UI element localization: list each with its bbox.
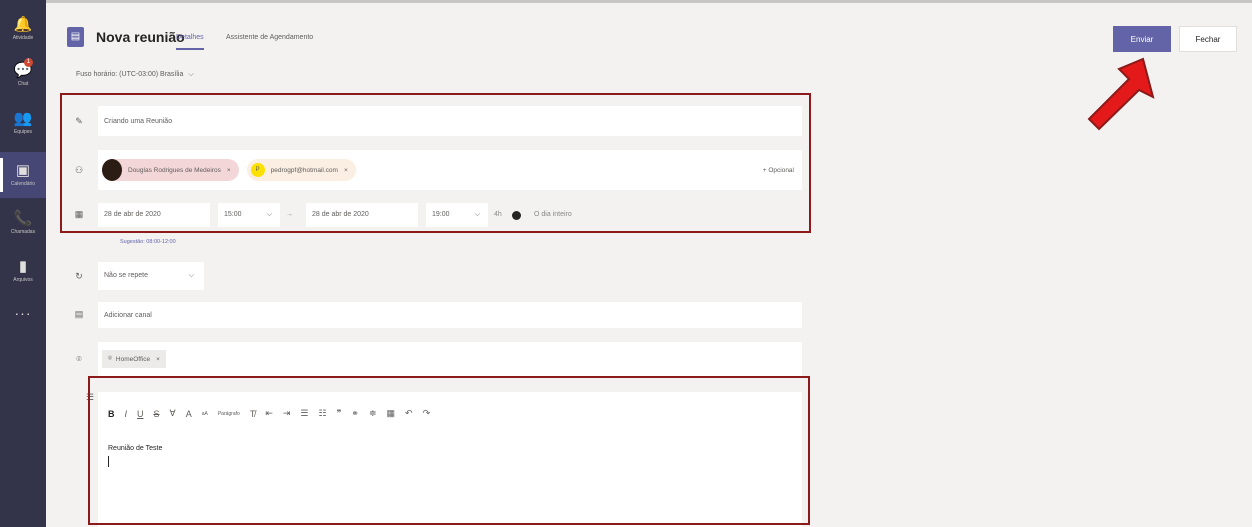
rail-item-teams[interactable]: 👥 Equipes xyxy=(0,100,46,146)
page-title: Nova reunião xyxy=(96,29,185,45)
rail-label: Chat xyxy=(17,81,29,87)
rail-label: Chamadas xyxy=(10,229,36,235)
time-suggestion[interactable]: Sugestão: 08:00-12:00 xyxy=(120,239,176,245)
meeting-icon: ▤ xyxy=(67,27,84,47)
send-button[interactable]: Enviar xyxy=(1113,26,1171,52)
calendar-icon: ▣ xyxy=(15,162,31,179)
location-name: HomeOffice xyxy=(115,355,151,363)
close-button[interactable]: Fechar xyxy=(1179,26,1237,52)
rail-item-calls[interactable]: 📞 Chamadas xyxy=(0,200,46,246)
rail-label: Equipes xyxy=(13,129,33,135)
annotation-arrow-icon xyxy=(1087,57,1155,131)
rail-label: Arquivos xyxy=(13,277,33,283)
rail-item-activity[interactable]: 🔔 Atividade xyxy=(0,6,46,52)
rail-item-chat[interactable]: 💬 1 Chat xyxy=(0,52,46,98)
location-pin-icon: ⌾ xyxy=(76,354,82,364)
channel-icon: ▤ xyxy=(74,309,84,319)
timezone-label: Fuso horário: (UTC-03:00) Brasília xyxy=(76,71,184,78)
tab-details[interactable]: Detalhes xyxy=(176,34,204,50)
repeat-icon: ↻ xyxy=(75,271,83,281)
remove-icon[interactable]: × xyxy=(156,356,160,363)
rail-label: Atividade xyxy=(12,35,34,41)
annotation-frame xyxy=(60,93,811,233)
rail-item-files[interactable]: ▮ Arquivos xyxy=(0,248,46,294)
tab-scheduling-assistant[interactable]: Assistente de Agendamento xyxy=(226,34,313,41)
rail-label: Calendário xyxy=(10,181,36,187)
rail-item-calendar[interactable]: ▣ Calendário xyxy=(0,152,46,198)
app-rail: 🔔 Atividade 💬 1 Chat 👥 Equipes ▣ Calendá… xyxy=(0,0,46,527)
repeat-value: Não se repete xyxy=(104,272,148,279)
files-icon: ▮ xyxy=(18,258,28,275)
bell-icon: 🔔 xyxy=(13,16,33,33)
phone-icon: 📞 xyxy=(13,210,33,227)
annotation-frame xyxy=(88,376,810,525)
timezone-selector[interactable]: Fuso horário: (UTC-03:00) Brasília ⌵ xyxy=(76,71,194,79)
channel-input[interactable]: Adicionar canal xyxy=(98,302,802,328)
more-apps-icon[interactable]: ··· xyxy=(0,305,46,321)
chevron-down-icon: ⌵ xyxy=(188,272,194,279)
unread-badge: 1 xyxy=(24,58,33,67)
repeat-dropdown[interactable]: Não se repete ⌵ xyxy=(98,262,204,290)
right-pane xyxy=(820,64,1252,527)
chevron-down-icon: ⌵ xyxy=(188,71,194,78)
location-pin-icon: ⌾ xyxy=(108,355,112,362)
location-field[interactable]: ⌾ HomeOffice × xyxy=(98,342,802,376)
location-chip[interactable]: ⌾ HomeOffice × xyxy=(102,350,166,368)
teams-icon: 👥 xyxy=(13,110,33,127)
meeting-header: ▤ Nova reunião Detalhes Assistente de Ag… xyxy=(46,0,1252,64)
